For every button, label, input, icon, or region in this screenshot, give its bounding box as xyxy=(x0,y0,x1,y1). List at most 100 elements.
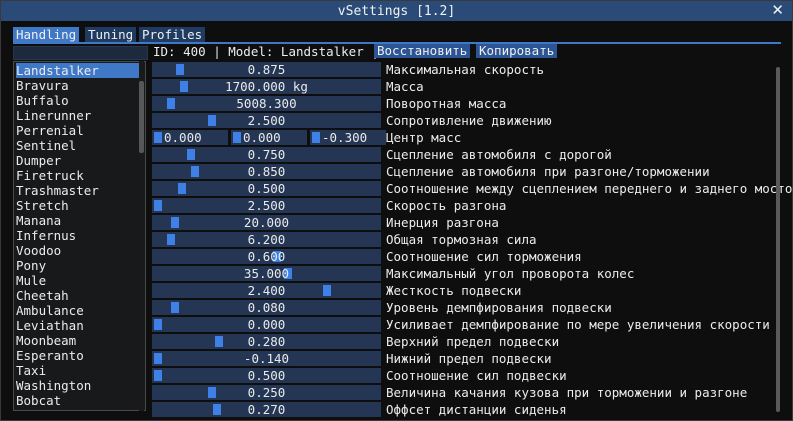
slider-value: -0.140 xyxy=(243,351,290,366)
vehicle-list-item[interactable]: Washington xyxy=(16,378,91,393)
slider-value: 0.000 xyxy=(164,130,202,145)
param-label: Скорость разгона xyxy=(386,198,507,213)
param-label: Масса xyxy=(386,79,424,94)
param-slider[interactable]: 0.500 xyxy=(152,181,381,196)
param-slider[interactable]: 0.250 xyxy=(152,385,381,400)
center-of-mass-slider[interactable]: -0.300 xyxy=(310,130,386,145)
vehicle-list-item[interactable]: Firetruck xyxy=(16,168,84,183)
param-slider[interactable]: 1700.000 kg xyxy=(152,79,381,94)
param-label: Соотношение между сцеплением переднего и… xyxy=(386,181,793,196)
param-label: Максимальный угол проворота колес xyxy=(386,266,635,281)
param-slider[interactable]: 0.280 xyxy=(152,334,381,349)
slider-value: 0.280 xyxy=(247,334,286,349)
title-bar[interactable]: vSettings [1.2] ✕ xyxy=(1,1,792,21)
param-slider[interactable]: 0.000 xyxy=(152,317,381,332)
param-slider[interactable]: 2.500 xyxy=(152,113,381,128)
vehicle-list-item[interactable]: Stretch xyxy=(16,198,69,213)
vehicle-list-item[interactable]: Pony xyxy=(16,258,46,273)
copy-button[interactable]: Копировать xyxy=(476,44,558,58)
vehicle-list-item[interactable]: Whoopee xyxy=(16,408,69,410)
slider-value: 0.500 xyxy=(247,181,286,196)
center-of-mass-slider[interactable]: 0.000 xyxy=(152,130,228,145)
slider-value: -0.300 xyxy=(322,130,368,145)
param-label: Соотношение сил подвески xyxy=(386,368,567,383)
slider-value: 0.250 xyxy=(247,385,286,400)
slider-value: 2.500 xyxy=(247,198,286,213)
window-title: vSettings [1.2] xyxy=(337,4,456,19)
vehicle-list-item[interactable]: Esperanto xyxy=(16,348,84,363)
param-label: Общая тормозная сила xyxy=(386,232,537,247)
vehicle-list-item[interactable]: Mule xyxy=(16,273,46,288)
vehicle-list-item[interactable]: Trashmaster xyxy=(16,183,99,198)
search-input[interactable] xyxy=(13,46,148,60)
vehicle-list-item[interactable]: Voodoo xyxy=(16,243,61,258)
param-slider[interactable]: 0.500 xyxy=(152,368,381,383)
param-label: Верхний предел подвески xyxy=(386,334,560,349)
slider-value: 0.500 xyxy=(247,368,286,383)
param-label: Сцепление автомобиля при разгоне/торможе… xyxy=(386,164,710,179)
param-label: Центр масс xyxy=(386,130,462,145)
slider-value: 0.600 xyxy=(247,249,286,264)
vehicle-info: ID: 400 | Model: Landstalker | xyxy=(153,44,379,59)
param-slider[interactable]: 0.600 xyxy=(152,249,381,264)
tab-profiles[interactable]: Profiles xyxy=(139,27,206,42)
param-slider[interactable]: 2.500 xyxy=(152,198,381,213)
param-label: Усиливает демпфирование по мере увеличен… xyxy=(386,317,770,332)
close-icon[interactable]: ✕ xyxy=(771,2,784,19)
param-label: Оффсет дистанции сиденья xyxy=(386,402,567,417)
vehicle-list-item[interactable]: Sentinel xyxy=(16,138,76,153)
vehicle-list-item[interactable]: Buffalo xyxy=(16,93,69,108)
vehicle-list-item[interactable]: Bobcat xyxy=(16,393,61,408)
slider-value: 2.400 xyxy=(247,283,286,298)
vehicle-list-item[interactable]: Moonbeam xyxy=(16,333,76,348)
vehicle-list-item[interactable]: Manana xyxy=(16,213,61,228)
slider-value: 35.000 xyxy=(243,266,290,281)
vehicle-list-item[interactable]: Cheetah xyxy=(16,288,69,303)
param-slider[interactable]: 0.875 xyxy=(152,62,381,77)
param-slider[interactable]: 20.000 xyxy=(152,215,381,230)
tab-handling[interactable]: Handling xyxy=(13,27,80,42)
list-scrollbar-thumb[interactable] xyxy=(139,81,144,153)
param-slider[interactable]: 0.850 xyxy=(152,164,381,179)
restore-button[interactable]: Восстановить xyxy=(374,44,471,58)
param-label: Соотношение сил торможения xyxy=(386,249,582,264)
param-slider[interactable]: 2.400 xyxy=(152,283,381,298)
param-slider[interactable]: 6.200 xyxy=(152,232,381,247)
vehicle-list[interactable]: Landstalker Bravura Buffalo Linerunner Perre… xyxy=(13,61,146,411)
vehicle-list-item[interactable]: Ambulance xyxy=(16,303,84,318)
param-label: Сцепление автомобиля с дорогой xyxy=(386,147,612,162)
slider-value: 0.850 xyxy=(247,164,286,179)
vehicle-list-item[interactable]: Landstalker xyxy=(16,63,140,78)
vehicle-list-item[interactable]: Infernus xyxy=(16,228,76,243)
vehicle-list-item[interactable]: Taxi xyxy=(16,363,46,378)
center-of-mass-slider[interactable]: 0.000 xyxy=(231,130,307,145)
slider-value: 0.875 xyxy=(247,62,286,77)
param-label: Нижний предел подвески xyxy=(386,351,552,366)
settings-window: vSettings [1.2] ✕ Handling Tuning Profil… xyxy=(0,0,793,421)
tab-tuning[interactable]: Tuning xyxy=(85,27,137,42)
slider-value: 0.000 xyxy=(243,130,281,145)
param-label: Уровень демпфирования подвески xyxy=(386,300,612,315)
slider-value: 0.000 xyxy=(247,317,286,332)
params-scrollbar[interactable] xyxy=(776,67,780,412)
vehicle-list-item[interactable]: Leviathan xyxy=(16,318,84,333)
param-slider[interactable]: 0.750 xyxy=(152,147,381,162)
param-slider[interactable]: -0.140 xyxy=(152,351,381,366)
slider-value: 2.500 xyxy=(247,113,286,128)
param-slider[interactable]: 0.080 xyxy=(152,300,381,315)
vehicle-list-item[interactable]: Linerunner xyxy=(16,108,91,123)
vehicle-list-item[interactable]: Bravura xyxy=(16,78,69,93)
slider-value: 5008.300 xyxy=(236,96,297,111)
param-label: Величина качания кузова при торможении и… xyxy=(386,385,748,400)
vehicle-list-item[interactable]: Perrenial xyxy=(16,123,84,138)
slider-value: 0.270 xyxy=(247,402,286,417)
slider-value: 0.750 xyxy=(247,147,286,162)
param-slider[interactable]: 35.000 xyxy=(152,266,381,281)
param-label: Поворотная масса xyxy=(386,96,507,111)
slider-value: 6.200 xyxy=(247,232,286,247)
param-slider[interactable]: 5008.300 xyxy=(152,96,381,111)
param-slider[interactable]: 0.270 xyxy=(152,402,381,417)
vehicle-list-item[interactable]: Dumper xyxy=(16,153,61,168)
param-label: Максимальная скорость xyxy=(386,62,545,77)
slider-value: 20.000 xyxy=(243,215,290,230)
